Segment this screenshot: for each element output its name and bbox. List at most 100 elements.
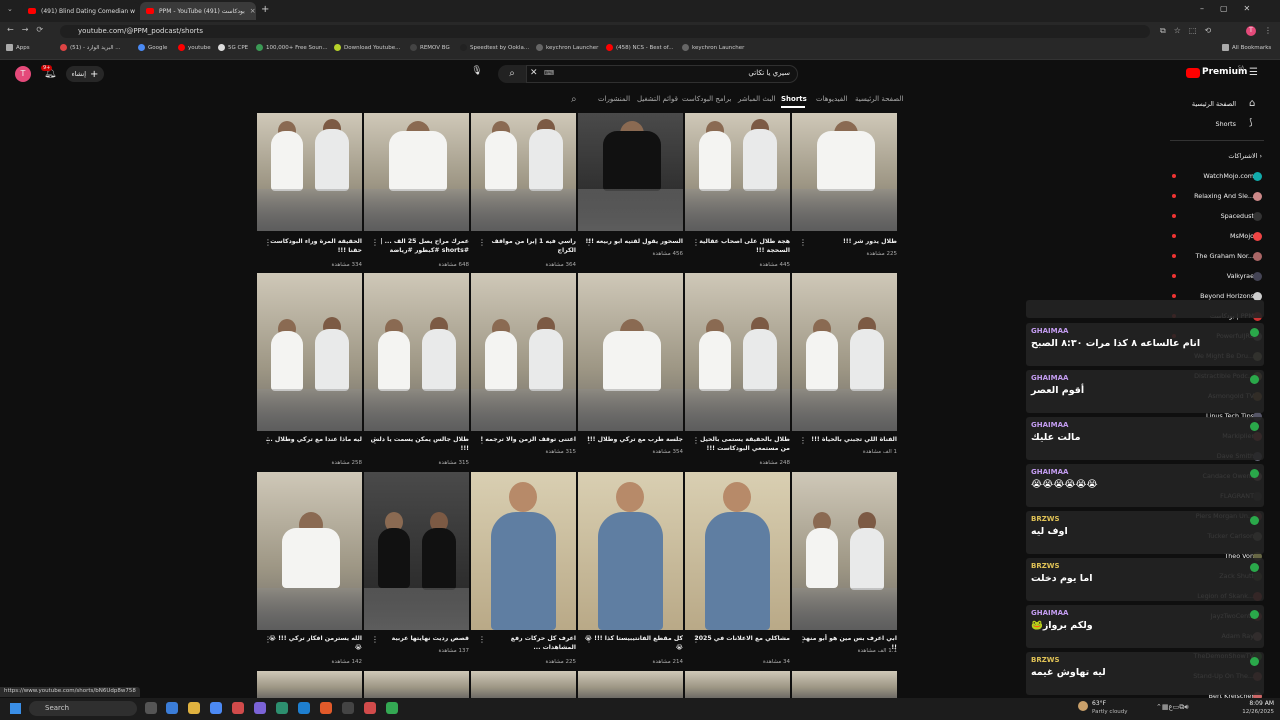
app-icon[interactable] (254, 702, 266, 714)
more-options-icon[interactable]: ⋮ (799, 635, 807, 644)
more-options-icon[interactable]: ⋮ (799, 436, 807, 445)
more-options-icon[interactable]: ⋮ (478, 238, 486, 247)
windows-start-icon[interactable] (10, 703, 21, 714)
clock-time[interactable]: 8:09 AM (1234, 700, 1274, 707)
tab-home[interactable]: الصفحة الرئيسية (855, 95, 903, 103)
more-options-icon[interactable]: ⋮ (264, 238, 272, 247)
tab-search-icon[interactable]: ⌄ (7, 5, 13, 13)
chrome-icon[interactable] (364, 702, 376, 714)
short-thumbnail[interactable] (685, 113, 790, 231)
short-thumbnail[interactable] (364, 113, 469, 231)
short-thumbnail[interactable] (364, 472, 469, 630)
browser-menu-icon[interactable]: ⋮ (1264, 26, 1272, 35)
short-thumbnail[interactable] (257, 671, 362, 698)
short-thumbnail[interactable] (578, 472, 683, 630)
short-title[interactable]: كل مقطع الفانتيبيستا كذا !!! 😭😭 (583, 634, 683, 652)
more-options-icon[interactable]: ⋮ (585, 238, 593, 247)
short-thumbnail[interactable] (792, 472, 897, 630)
short-thumbnail[interactable] (685, 273, 790, 431)
short-title[interactable]: ليه ماذا عندا مع تركي وطلال ... (262, 435, 362, 444)
short-title[interactable]: عمرك مراح يصل 25 الف ... | #shorts #كبطو… (369, 237, 469, 255)
file-explorer-icon[interactable] (188, 702, 200, 714)
avatar[interactable]: T (15, 66, 31, 82)
chrome-icon[interactable] (232, 702, 244, 714)
short-title[interactable]: طلال بالحقيقة يستمى بالحيل من مستمعي الب… (690, 435, 790, 453)
more-options-icon[interactable]: ⋮ (692, 436, 700, 445)
short-thumbnail[interactable] (364, 273, 469, 431)
more-options-icon[interactable]: ⋮ (585, 635, 593, 644)
close-tab-icon[interactable]: × (250, 7, 256, 15)
more-options-icon[interactable]: ⋮ (371, 436, 379, 445)
browser-tab-active[interactable]: PPM - YouTube (491) بودكاست × (140, 2, 256, 20)
short-title[interactable]: السحور يقول لقتيه ابو ربيعه !!! (583, 237, 683, 246)
edge-icon[interactable] (166, 702, 178, 714)
menu-icon[interactable]: ☰ (1249, 67, 1258, 78)
system-tray-icons[interactable]: ⌃▦ع▭⧉🔊︎ (1156, 703, 1189, 712)
short-title[interactable]: اعتنى توقف الزمن والا ترجمه ! (476, 435, 576, 444)
short-title[interactable]: الحقيقة المرة وراء البودكاست حقنا !!! (262, 237, 362, 255)
short-thumbnail[interactable] (685, 671, 790, 698)
short-thumbnail[interactable] (578, 671, 683, 698)
channel-search-icon[interactable]: ⌕ (571, 94, 577, 105)
more-options-icon[interactable]: ⋮ (264, 436, 272, 445)
short-thumbnail[interactable] (578, 113, 683, 231)
subscription-item[interactable]: Valkyrae (1227, 272, 1254, 280)
url-input[interactable]: youtube.com/@PPM_podcast/shorts (60, 25, 1150, 38)
bookmark-item[interactable]: البريد الوارد - (51) ... (60, 44, 121, 51)
bookmark-apps[interactable]: Apps (6, 44, 30, 51)
more-options-icon[interactable]: ⋮ (478, 635, 486, 644)
search-input[interactable]: سيري يا تكاتي (600, 69, 790, 77)
short-thumbnail[interactable] (364, 671, 469, 698)
subscription-item[interactable]: WatchMojo.com (1203, 172, 1254, 180)
bookmark-item[interactable]: youtube (178, 44, 211, 51)
brave-icon[interactable] (320, 702, 332, 714)
tab-shorts[interactable]: Shorts (781, 95, 807, 103)
short-thumbnail[interactable] (471, 113, 576, 231)
subscription-item[interactable]: The Graham Nor... (1196, 252, 1254, 260)
more-options-icon[interactable]: ⋮ (371, 635, 379, 644)
tab-posts[interactable]: المنشورات (598, 95, 630, 103)
bookmark-item[interactable]: 5G CPE (218, 44, 248, 51)
subscription-item[interactable]: Relaxing And Sle... (1194, 192, 1254, 200)
subscription-item[interactable]: MsMojo (1230, 232, 1254, 240)
window-controls[interactable]: –▢✕ (1200, 4, 1266, 13)
short-title[interactable]: قصص رديت نهايتها عربية (369, 634, 469, 643)
bookmark-item[interactable]: 100,000+ Free Soun... (256, 44, 328, 51)
browser-tab[interactable]: (491) Blind Dating Comedian w × (22, 2, 140, 20)
more-options-icon[interactable]: ⋮ (692, 635, 700, 644)
clear-search-icon[interactable]: ✕ (530, 68, 538, 78)
subscriptions-header[interactable]: الاشتراكات › (1228, 152, 1262, 160)
all-bookmarks[interactable]: All Bookmarks (1222, 44, 1271, 51)
youtube-logo-icon[interactable] (1186, 68, 1200, 78)
short-thumbnail[interactable] (471, 671, 576, 698)
browser-profile-avatar[interactable]: T (1246, 26, 1256, 36)
more-options-icon[interactable]: ⋮ (692, 238, 700, 247)
taskbar-search[interactable]: Search (29, 701, 137, 716)
more-options-icon[interactable]: ⋮ (478, 436, 486, 445)
weather-temp[interactable]: 63°F (1092, 700, 1106, 707)
short-thumbnail[interactable] (578, 273, 683, 431)
short-title[interactable]: طلال جالس يمكن يسمت يا دلس !!! (369, 435, 469, 453)
more-options-icon[interactable]: ⋮ (585, 436, 593, 445)
short-thumbnail[interactable] (792, 273, 897, 431)
more-options-icon[interactable]: ⋮ (264, 635, 272, 644)
bookmark-item[interactable]: keychron Launcher (682, 44, 744, 51)
task-view-icon[interactable] (145, 702, 157, 714)
sidebar-item-shorts[interactable]: Shorts (1216, 120, 1236, 128)
tab-live[interactable]: البث المباشر (738, 95, 775, 103)
new-tab-icon[interactable]: + (261, 4, 269, 15)
bookmark-item[interactable]: REMOV BG (410, 44, 450, 51)
chrome-icon[interactable] (386, 702, 398, 714)
create-button[interactable]: إنشاء + (66, 66, 104, 82)
short-thumbnail[interactable] (685, 472, 790, 630)
short-thumbnail[interactable] (257, 273, 362, 431)
bookmark-item[interactable]: (458) NCS - Best of... (606, 44, 674, 51)
short-title[interactable]: طلال يدور شر !!! (797, 237, 897, 246)
bookmark-item[interactable]: keychron Launcher (536, 44, 598, 51)
weather-desc[interactable]: Partly cloudy (1092, 709, 1128, 715)
browser-toolbar-icons[interactable]: ⧉☆⬚⟲ (1160, 26, 1219, 36)
short-thumbnail[interactable] (792, 671, 897, 698)
tab-playlists[interactable]: قوائم التشغيل (637, 95, 678, 103)
short-title[interactable]: راسي فيه 1 إبرا من مواقف الكراج (476, 237, 576, 255)
short-title[interactable]: الفناة اللي تجبني بالحياة !!! (797, 435, 897, 444)
